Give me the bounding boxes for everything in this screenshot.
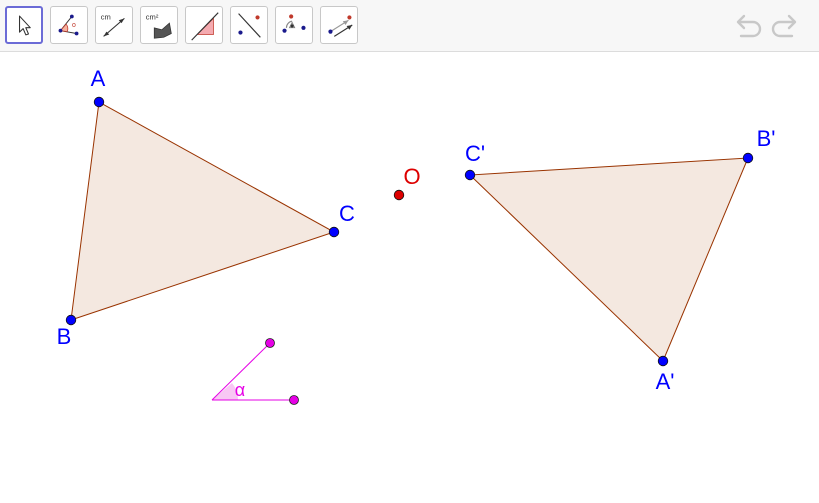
redo-button[interactable] [770,12,800,40]
point-a-prime[interactable] [657,355,669,367]
angle-point-lower[interactable] [289,395,299,405]
point-c-prime[interactable] [464,169,476,181]
label-a-prime: A' [656,369,675,394]
point-o[interactable] [393,189,405,201]
undo-button[interactable] [733,12,763,40]
move-tool-button[interactable] [5,6,43,44]
angle-icon: o [58,14,79,36]
distance-icon: cm [101,12,125,37]
triangle-abc[interactable] [70,101,336,321]
translate-vector-tool-button[interactable] [320,6,358,44]
redo-icon [771,14,797,38]
angle-point-upper[interactable] [265,338,275,348]
undo-icon [736,14,762,38]
point-b-prime[interactable] [742,152,754,164]
angle-tool-button[interactable]: o [50,6,88,44]
area-icon: cm² [146,12,172,39]
slope-tool-button[interactable] [185,6,223,44]
distance-tool-label: cm [101,12,111,21]
reflect-line-icon [238,13,261,38]
area-tool-button[interactable]: cm² [140,6,178,44]
translate-vector-icon [328,15,353,37]
cursor-arrow-icon [18,15,31,36]
label-a: A [91,66,106,91]
rotate-point-tool-button[interactable] [275,6,313,44]
point-c[interactable] [328,226,340,238]
point-a[interactable] [93,96,105,108]
angle-alpha-label: α [235,380,245,400]
label-c: C [339,201,355,226]
reflect-line-tool-button[interactable] [230,6,268,44]
svg-text:o: o [72,21,76,29]
slope-icon [191,12,219,41]
area-tool-label: cm² [146,12,159,21]
rotate-point-icon [282,14,306,33]
graphics-view[interactable]: α A B C A' B' C' O [0,53,819,503]
label-o: O [403,164,420,189]
distance-tool-button[interactable]: cm [95,6,133,44]
toolbar: o cm cm² [0,0,819,52]
label-b: B [57,324,72,349]
label-c-prime: C' [465,141,485,166]
label-b-prime: B' [757,126,776,151]
triangle-abc-prime[interactable] [468,157,749,362]
